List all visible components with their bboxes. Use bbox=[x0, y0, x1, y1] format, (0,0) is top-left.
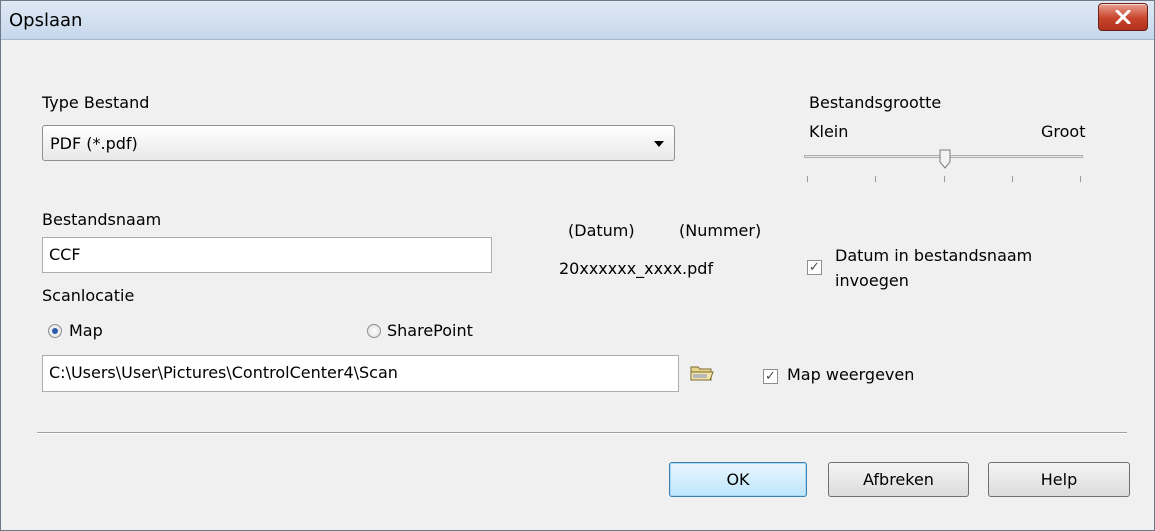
radio-sharepoint[interactable] bbox=[367, 324, 381, 338]
number-label: (Nummer) bbox=[679, 221, 762, 240]
show-folder-checkbox[interactable]: ✓ bbox=[763, 369, 778, 384]
insert-date-label-line1: Datum in bestandsnaam bbox=[835, 246, 1033, 265]
file-size-label: Bestandsgrootte bbox=[809, 93, 942, 112]
folder-icon[interactable] bbox=[689, 362, 715, 384]
slider-tick bbox=[1080, 176, 1081, 182]
insert-date-label-line2: invoegen bbox=[835, 271, 909, 290]
slider-tick bbox=[1012, 176, 1013, 182]
date-label: (Datum) bbox=[568, 221, 635, 240]
radio-sharepoint-label[interactable]: SharePoint bbox=[387, 321, 473, 340]
close-icon bbox=[1115, 10, 1131, 24]
radio-map[interactable] bbox=[48, 324, 62, 338]
close-button[interactable] bbox=[1098, 3, 1148, 31]
file-name-label: Bestandsnaam bbox=[42, 210, 162, 229]
separator bbox=[37, 432, 1127, 434]
file-type-value: PDF (*.pdf) bbox=[50, 134, 138, 153]
file-name-input[interactable] bbox=[49, 245, 483, 264]
insert-date-checkbox[interactable]: ✓ bbox=[807, 260, 822, 275]
title-bar[interactable]: Opslaan bbox=[1, 1, 1154, 40]
help-button[interactable]: Help bbox=[988, 462, 1130, 497]
scan-location-label: Scanlocatie bbox=[42, 286, 135, 305]
file-size-min-label: Klein bbox=[809, 122, 849, 141]
file-size-slider-thumb[interactable] bbox=[939, 149, 951, 169]
save-dialog: Opslaan Type Bestand PDF (*.pdf) Bestand… bbox=[0, 0, 1155, 531]
radio-map-label[interactable]: Map bbox=[69, 321, 103, 340]
file-size-max-label: Groot bbox=[1041, 122, 1086, 141]
ok-button[interactable]: OK bbox=[669, 462, 807, 497]
slider-tick bbox=[944, 176, 945, 182]
dialog-title: Opslaan bbox=[9, 10, 83, 31]
file-name-example: 20xxxxxx_xxxx.pdf bbox=[559, 259, 714, 278]
file-name-field[interactable] bbox=[42, 237, 492, 273]
scan-path-input[interactable] bbox=[49, 363, 670, 382]
file-type-dropdown[interactable]: PDF (*.pdf) bbox=[42, 125, 675, 161]
scan-path-field[interactable] bbox=[42, 355, 679, 392]
chevron-down-icon bbox=[654, 141, 664, 147]
cancel-button[interactable]: Afbreken bbox=[828, 462, 969, 497]
slider-tick bbox=[875, 176, 876, 182]
file-type-label: Type Bestand bbox=[42, 93, 150, 112]
slider-tick bbox=[807, 176, 808, 182]
show-folder-label: Map weergeven bbox=[787, 365, 915, 384]
